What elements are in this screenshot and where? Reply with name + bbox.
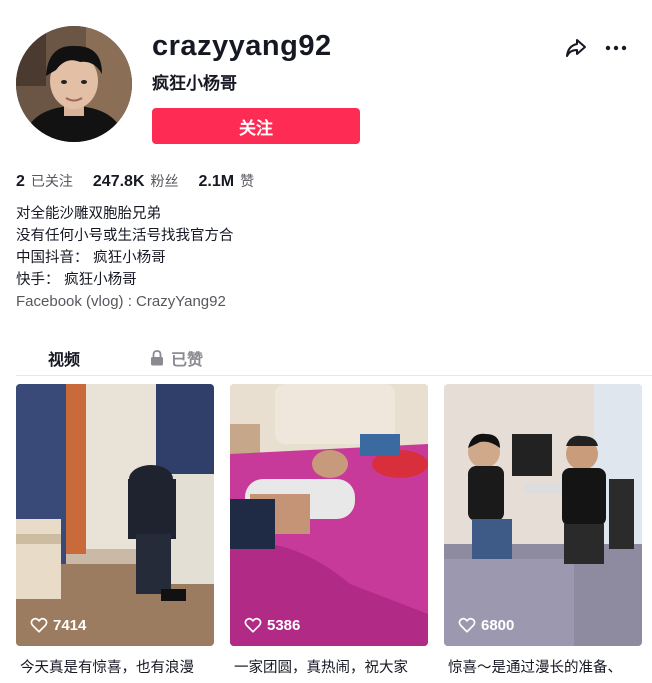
bio-line: 快手： 疯狂小杨哥 (16, 272, 137, 288)
bio-line: 对全能沙雕双胞胎兄弟 (16, 206, 161, 222)
like-count-value: 5386 (267, 616, 301, 634)
like-count: 6800 (458, 616, 514, 634)
heart-outline-icon (30, 617, 48, 633)
stat-following[interactable]: 2 已关注 (16, 171, 73, 191)
stat-value: 2 (16, 173, 25, 190)
heart-outline-icon (244, 617, 262, 633)
stat-value: 247.8K (92, 173, 145, 190)
like-count: 7414 (30, 616, 86, 634)
like-count: 5386 (244, 616, 300, 634)
more-icon[interactable] (604, 36, 628, 60)
like-count-value: 6800 (481, 616, 515, 634)
video-thumbnail (16, 384, 214, 646)
video-card[interactable]: 5386 (230, 384, 428, 646)
bio-line: 没有任何小号或生活号找我官方合 (16, 228, 234, 244)
nickname: 疯狂小杨哥 (152, 74, 237, 94)
avatar[interactable] (16, 26, 132, 142)
video-caption[interactable]: 今天真是有惊喜，也有浪漫 (20, 656, 225, 677)
bio: 对全能沙雕双胞胎兄弟 没有任何小号或生活号找我官方合 中国抖音： 疯狂小杨哥 快… (16, 203, 616, 313)
tab-liked-label: 已赞 (171, 350, 204, 369)
tab-videos[interactable]: 视频 (48, 344, 80, 372)
lock-icon (151, 350, 163, 366)
share-icon[interactable] (564, 36, 588, 60)
follow-button[interactable]: 关注 (152, 108, 360, 144)
profile-header: crazyyang92 疯狂小杨哥 关注 (16, 26, 636, 146)
video-thumbnail (230, 384, 428, 646)
bio-line: 中国抖音： 疯狂小杨哥 (16, 250, 166, 266)
bio-line: Facebook (vlog) : CrazyYang92 (16, 293, 226, 310)
stat-label: 赞 (240, 174, 255, 190)
like-count-value: 7414 (53, 616, 87, 634)
video-thumbnail (444, 384, 642, 646)
video-caption[interactable]: 惊喜～是通过漫长的准备、 (448, 656, 652, 677)
heart-outline-icon (458, 617, 476, 633)
avatar-image (16, 26, 132, 142)
stat-label: 已关注 (30, 174, 73, 190)
tab-liked[interactable]: 已赞 (150, 344, 203, 372)
username: crazyyang92 (152, 30, 332, 62)
video-card[interactable]: 7414 (16, 384, 214, 646)
stat-likes: 2.1M 赞 (199, 171, 255, 191)
profile-tabs: 视频 已赞 (16, 336, 652, 376)
stat-followers[interactable]: 247.8K 粉丝 (93, 171, 179, 191)
stat-label: 粉丝 (150, 174, 179, 190)
stat-value: 2.1M (198, 173, 235, 190)
profile-stats: 2 已关注 247.8K 粉丝 2.1M 赞 (16, 170, 274, 192)
video-card[interactable]: 6800 (444, 384, 642, 646)
video-caption[interactable]: 一家团圆，真热闹，祝大家 (234, 656, 439, 677)
